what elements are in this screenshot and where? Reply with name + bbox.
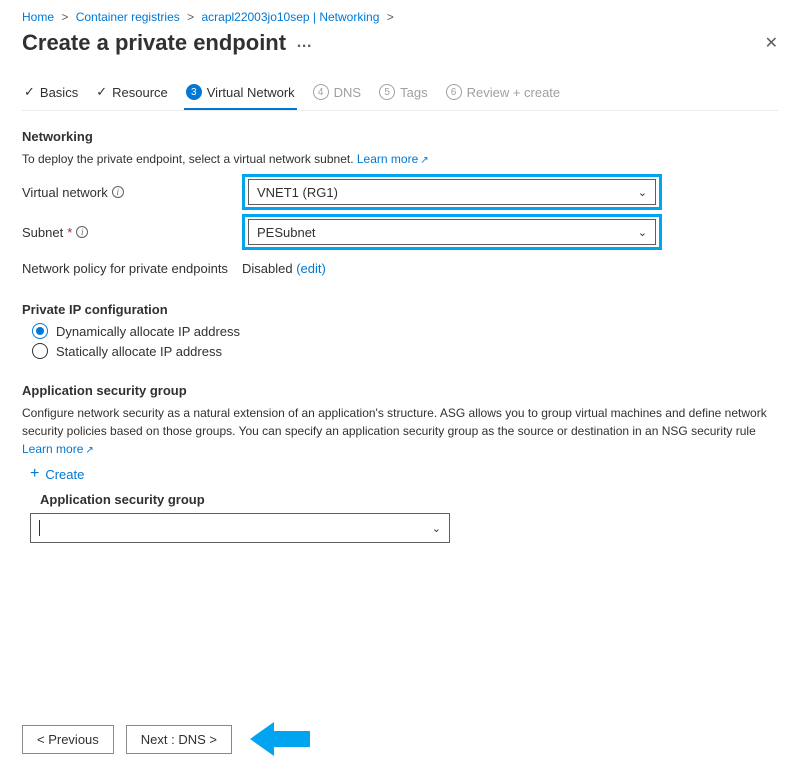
breadcrumb: Home > Container registries > acrapl2200… (22, 10, 778, 24)
plus-icon: + (30, 466, 39, 482)
create-label: Create (45, 467, 84, 482)
virtual-network-label: Virtual network i (22, 185, 242, 200)
asg-description: Configure network security as a natural … (22, 404, 778, 458)
learn-more-text: Learn more (357, 152, 418, 166)
step-number-icon: 6 (446, 84, 462, 100)
chevron-down-icon: ⌄ (638, 226, 647, 239)
breadcrumb-sep: > (383, 10, 398, 24)
page-title: Create a private endpoint … (22, 30, 313, 56)
breadcrumb-home[interactable]: Home (22, 10, 54, 24)
chevron-down-icon: ⌄ (638, 186, 647, 199)
external-link-icon: ↗ (85, 445, 93, 456)
network-policy-value: Disabled (242, 261, 293, 276)
step-number-icon: 5 (379, 84, 395, 100)
subnet-label: Subnet* i (22, 225, 242, 240)
subnet-dropdown[interactable]: PESubnet ⌄ (248, 219, 656, 245)
asg-learn-more-link[interactable]: Learn more↗ (22, 442, 94, 456)
networking-description: To deploy the private endpoint, select a… (22, 150, 778, 168)
footer: < Previous Next : DNS > (22, 724, 778, 754)
tab-bar: ✓ Basics ✓ Resource 3 Virtual Network 4 … (22, 78, 778, 111)
radio-icon (32, 343, 48, 359)
external-link-icon: ↗ (420, 155, 428, 166)
more-actions-icon[interactable]: … (296, 35, 313, 51)
page-title-text: Create a private endpoint (22, 30, 286, 56)
dropdown-value: VNET1 (RG1) (257, 185, 338, 200)
step-number-icon: 3 (186, 84, 202, 100)
dropdown-value: PESubnet (257, 225, 316, 240)
tab-tags[interactable]: 5 Tags (377, 78, 429, 110)
network-policy-edit-link[interactable]: (edit) (296, 261, 326, 276)
tab-label: Tags (400, 85, 427, 100)
tab-label: Resource (112, 85, 168, 100)
next-button[interactable]: Next : DNS > (126, 725, 232, 754)
networking-learn-more-link[interactable]: Learn more↗ (357, 152, 429, 166)
breadcrumb-resource[interactable]: acrapl22003jo10sep | Networking (201, 10, 379, 24)
breadcrumb-registries[interactable]: Container registries (76, 10, 180, 24)
radio-label: Statically allocate IP address (56, 344, 222, 359)
learn-more-text: Learn more (22, 442, 83, 456)
tab-label: DNS (334, 85, 361, 100)
asg-list-label: Application security group (40, 492, 778, 507)
asg-create-button[interactable]: + Create (30, 466, 778, 482)
check-icon: ✓ (96, 84, 107, 100)
text-cursor (39, 520, 40, 536)
highlight-annotation: PESubnet ⌄ (242, 214, 662, 250)
tab-dns[interactable]: 4 DNS (311, 78, 363, 110)
step-number-icon: 4 (313, 84, 329, 100)
network-policy-label: Network policy for private endpoints (22, 261, 242, 276)
section-networking-title: Networking (22, 129, 778, 144)
networking-desc-text: To deploy the private endpoint, select a… (22, 152, 354, 166)
radio-static-ip[interactable]: Statically allocate IP address (32, 343, 778, 359)
breadcrumb-sep: > (57, 10, 72, 24)
arrow-annotation-icon (250, 724, 310, 754)
radio-dynamic-ip[interactable]: Dynamically allocate IP address (32, 323, 778, 339)
asg-select-input[interactable]: ⌄ (30, 513, 450, 543)
radio-label: Dynamically allocate IP address (56, 324, 240, 339)
tab-virtual-network[interactable]: 3 Virtual Network (184, 78, 297, 110)
tab-label: Basics (40, 85, 78, 100)
close-icon[interactable]: ✕ (765, 33, 778, 53)
section-ipconfig-title: Private IP configuration (22, 302, 778, 317)
previous-button[interactable]: < Previous (22, 725, 114, 754)
breadcrumb-sep: > (183, 10, 198, 24)
virtual-network-dropdown[interactable]: VNET1 (RG1) ⌄ (248, 179, 656, 205)
tab-basics[interactable]: ✓ Basics (22, 78, 80, 110)
chevron-down-icon: ⌄ (432, 522, 441, 535)
tab-resource[interactable]: ✓ Resource (94, 78, 170, 110)
radio-icon (32, 323, 48, 339)
check-icon: ✓ (24, 84, 35, 100)
highlight-annotation: VNET1 (RG1) ⌄ (242, 174, 662, 210)
info-icon[interactable]: i (112, 186, 124, 198)
tab-label: Virtual Network (207, 85, 295, 100)
info-icon[interactable]: i (76, 226, 88, 238)
asg-desc-text: Configure network security as a natural … (22, 406, 767, 438)
tab-label: Review + create (467, 85, 561, 100)
section-asg-title: Application security group (22, 383, 778, 398)
tab-review-create[interactable]: 6 Review + create (444, 78, 563, 110)
